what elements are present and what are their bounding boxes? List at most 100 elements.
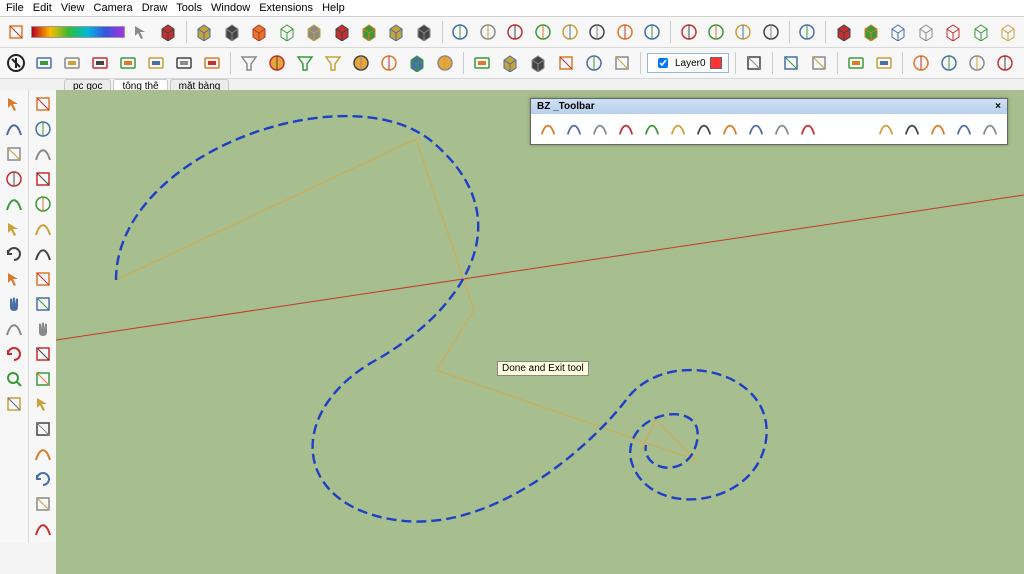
model-info-icon[interactable]	[4, 20, 27, 44]
pencil-red-icon[interactable]	[3, 118, 25, 140]
bz-arc2-icon[interactable]	[745, 118, 767, 140]
vray-logo-icon[interactable]	[4, 51, 28, 75]
waves-icon[interactable]	[554, 51, 578, 75]
cube-gray-icon[interactable]	[220, 20, 243, 44]
gift2-icon[interactable]	[872, 51, 896, 75]
layer-visibility-checkbox[interactable]	[658, 58, 668, 68]
arc-icon[interactable]	[3, 193, 25, 215]
path-icon[interactable]	[32, 518, 54, 540]
sphere1-icon[interactable]	[937, 51, 961, 75]
bz-toolbar-close-icon[interactable]: ×	[995, 101, 1001, 112]
bz-arc4-icon[interactable]	[797, 118, 819, 140]
bz-curve3-icon[interactable]	[589, 118, 611, 140]
cube-orange-icon[interactable]	[193, 20, 216, 44]
house-line1-icon[interactable]	[887, 20, 910, 44]
menu-edit[interactable]: Edit	[33, 2, 52, 14]
move-orange-icon[interactable]	[32, 393, 54, 415]
arc-blue-icon[interactable]	[32, 218, 54, 240]
text-icon[interactable]	[32, 343, 54, 365]
house-line5-icon[interactable]	[996, 20, 1019, 44]
tool1-icon[interactable]	[610, 51, 634, 75]
house-gray-icon[interactable]	[859, 20, 882, 44]
funnel-icon[interactable]	[237, 51, 261, 75]
style-gradient-strip[interactable]	[31, 26, 125, 38]
box2-icon[interactable]	[526, 51, 550, 75]
bz-curve4-icon[interactable]	[615, 118, 637, 140]
tripod-icon[interactable]	[321, 51, 345, 75]
cylinder4-icon[interactable]	[531, 20, 554, 44]
hand-red-icon[interactable]	[3, 293, 25, 315]
wheel3-icon[interactable]	[732, 20, 755, 44]
bezier-icon[interactable]	[32, 143, 54, 165]
sun-icon[interactable]	[349, 51, 373, 75]
door-icon[interactable]	[32, 293, 54, 315]
clock-icon[interactable]	[3, 168, 25, 190]
menu-tools[interactable]: Tools	[176, 2, 202, 14]
eye-icon[interactable]	[3, 368, 25, 390]
compass-icon[interactable]	[909, 51, 933, 75]
cylinder5-icon[interactable]	[558, 20, 581, 44]
home-icon[interactable]	[32, 418, 54, 440]
cube-dashed-icon[interactable]	[302, 20, 325, 44]
gift-icon[interactable]	[844, 51, 868, 75]
menu-view[interactable]: View	[61, 2, 85, 14]
keyboard-icon[interactable]	[116, 51, 140, 75]
bz-rect-icon[interactable]	[641, 118, 663, 140]
globe-icon[interactable]	[796, 20, 819, 44]
orbit-red-icon[interactable]	[3, 343, 25, 365]
bz-arc1-icon[interactable]	[719, 118, 741, 140]
house-line4-icon[interactable]	[969, 20, 992, 44]
bz-curve1-icon[interactable]	[537, 118, 559, 140]
cube-brown-icon[interactable]	[248, 20, 271, 44]
cylinder-icon[interactable]	[449, 20, 472, 44]
cylinder3-icon[interactable]	[503, 20, 526, 44]
filter-icon[interactable]	[742, 51, 766, 75]
sphere3-icon[interactable]	[993, 51, 1017, 75]
bz-node2-icon[interactable]	[901, 118, 923, 140]
cylinder6-icon[interactable]	[586, 20, 609, 44]
bz-arc3-icon[interactable]	[771, 118, 793, 140]
sphere2-icon[interactable]	[965, 51, 989, 75]
dome-icon[interactable]	[377, 51, 401, 75]
wheel1-icon[interactable]	[677, 20, 700, 44]
cube-shade1-icon[interactable]	[330, 20, 353, 44]
select-red-icon[interactable]	[3, 268, 25, 290]
menu-help[interactable]: Help	[322, 2, 345, 14]
teapot2-icon[interactable]	[60, 51, 84, 75]
leaf-icon[interactable]	[32, 268, 54, 290]
scale-icon[interactable]	[32, 168, 54, 190]
cylinder8-icon[interactable]	[641, 20, 664, 44]
cylinder-green-icon[interactable]	[582, 51, 606, 75]
bz-node5-icon[interactable]	[979, 118, 1001, 140]
cube-shade2-icon[interactable]	[357, 20, 380, 44]
cube-shade3-icon[interactable]	[385, 20, 408, 44]
diamond-icon[interactable]	[32, 93, 54, 115]
house-orange-icon[interactable]	[832, 20, 855, 44]
bz-toolbar-titlebar[interactable]: BZ _Toolbar ×	[531, 99, 1007, 114]
menu-camera[interactable]: Camera	[94, 2, 133, 14]
bz-node1-icon[interactable]	[875, 118, 897, 140]
box-icon[interactable]	[405, 51, 429, 75]
wedge-icon[interactable]	[293, 51, 317, 75]
bz-square-icon[interactable]	[667, 118, 689, 140]
rotate-red-icon[interactable]	[3, 243, 25, 265]
cylinder7-icon[interactable]	[613, 20, 636, 44]
menu-file[interactable]: File	[6, 2, 24, 14]
cylinder-red-icon[interactable]	[32, 118, 54, 140]
teapot3-icon[interactable]	[88, 51, 112, 75]
stat-icon[interactable]	[807, 51, 831, 75]
arrow-icon[interactable]	[3, 93, 25, 115]
wheel4-icon[interactable]	[759, 20, 782, 44]
cube-line-icon[interactable]	[275, 20, 298, 44]
bz-node4-icon[interactable]	[953, 118, 975, 140]
protractor-icon[interactable]	[32, 193, 54, 215]
select-icon[interactable]	[129, 20, 152, 44]
layer-color-swatch[interactable]	[710, 57, 722, 69]
cylinder2-icon[interactable]	[476, 20, 499, 44]
move-red-icon[interactable]	[3, 218, 25, 240]
bz-node3-icon[interactable]	[927, 118, 949, 140]
house-line3-icon[interactable]	[942, 20, 965, 44]
frame-icon[interactable]	[470, 51, 494, 75]
sun2-icon[interactable]	[433, 51, 457, 75]
menu-draw[interactable]: Draw	[142, 2, 168, 14]
